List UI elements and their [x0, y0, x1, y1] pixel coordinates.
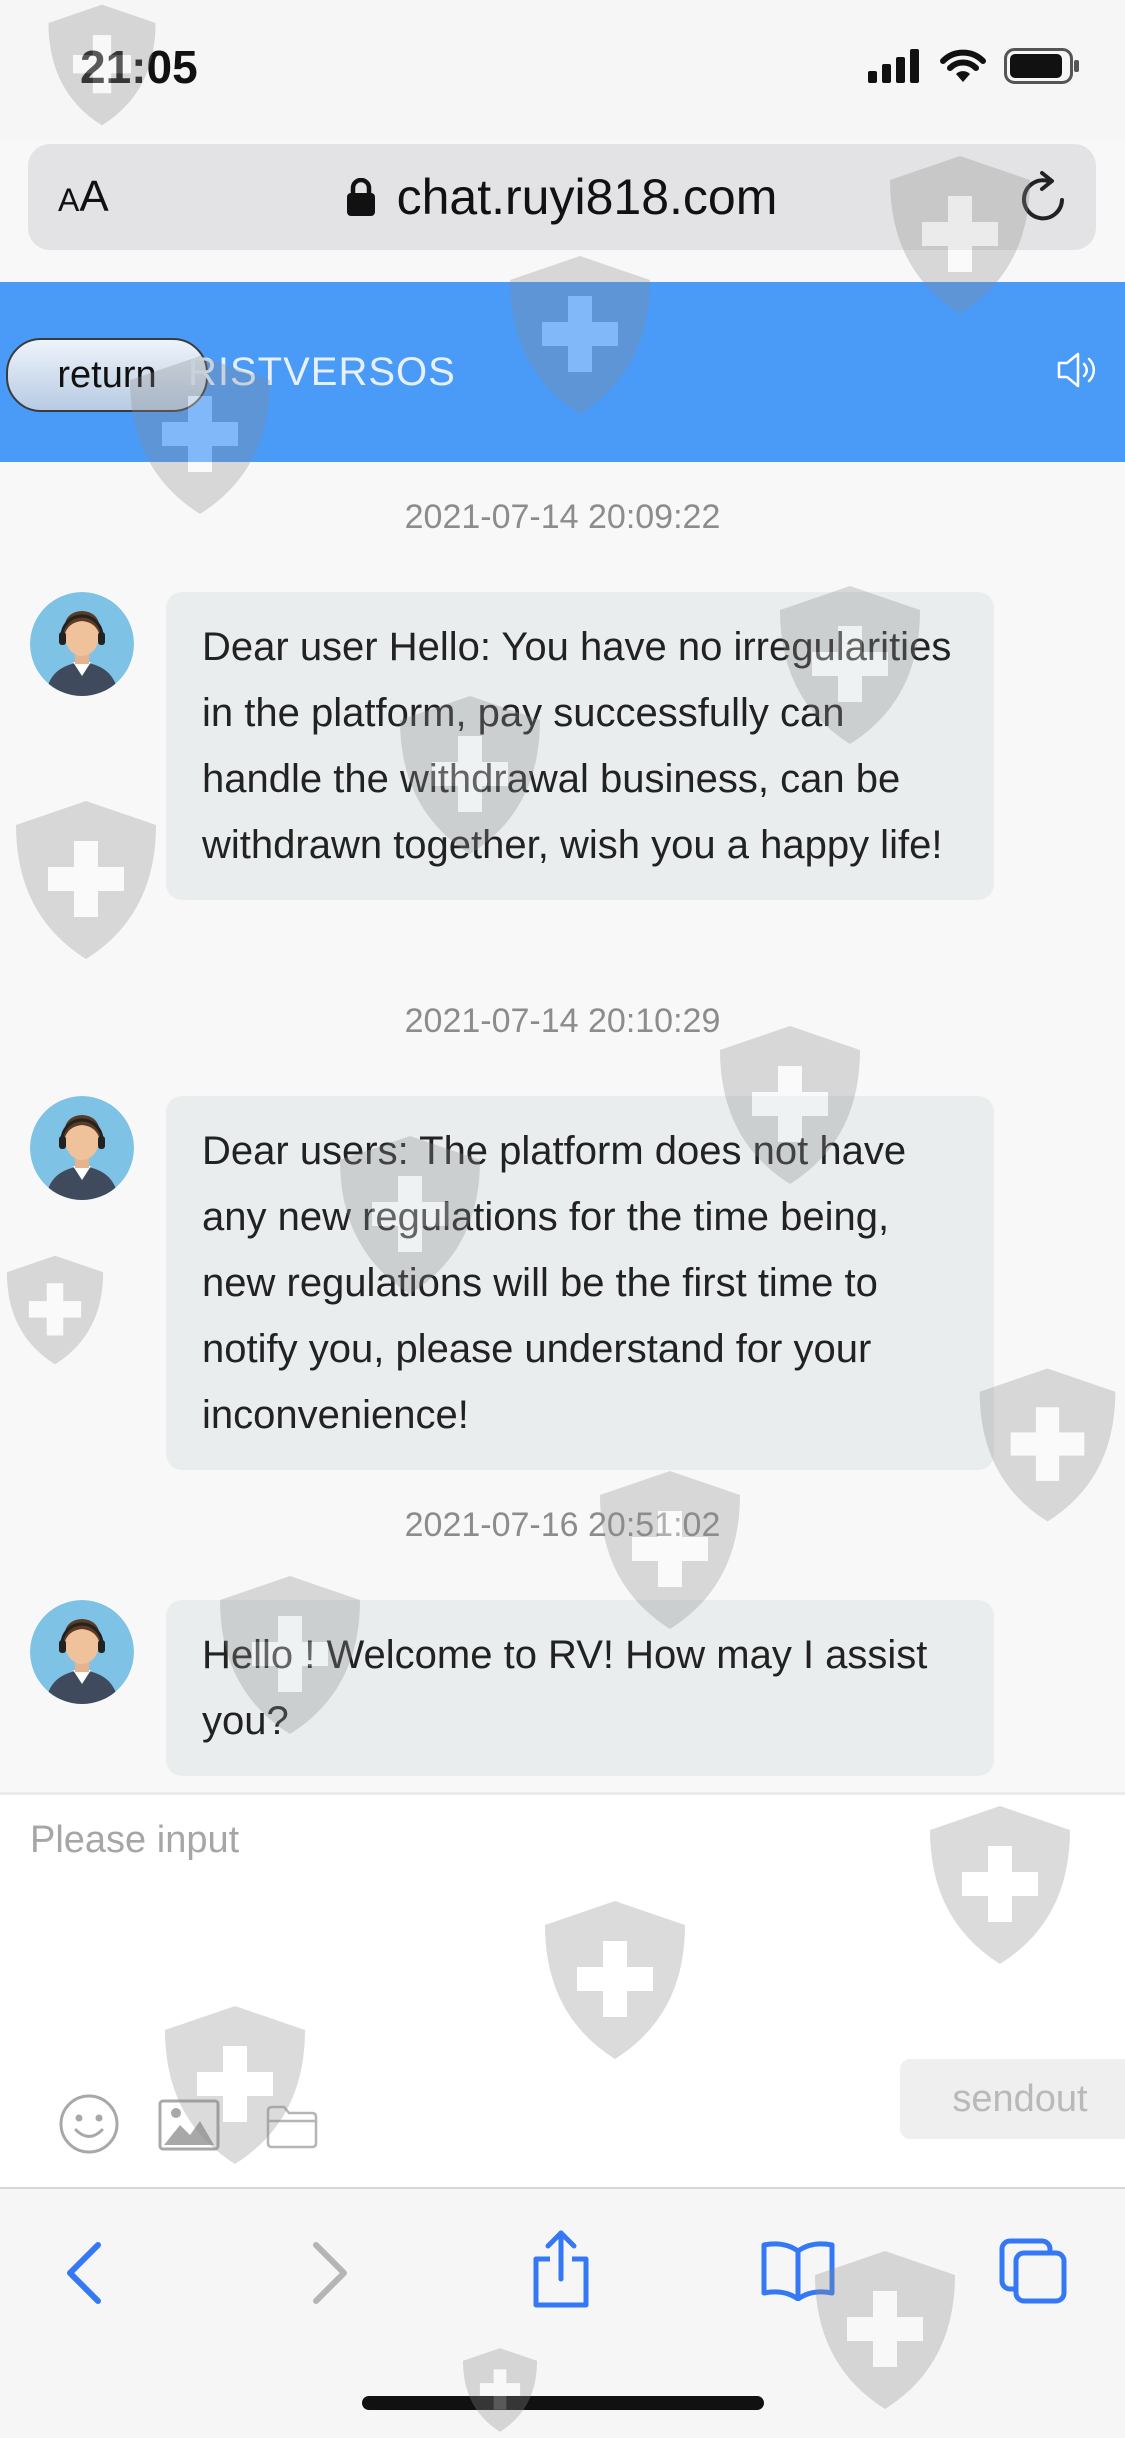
- message-input[interactable]: Please input: [30, 1819, 239, 1862]
- forward-icon: [313, 2242, 347, 2304]
- chat-header: return RISTVERSOS: [0, 282, 1125, 462]
- status-time: 21:05: [80, 41, 198, 93]
- folder-icon[interactable]: [266, 2103, 318, 2149]
- message-item: 2021-07-14 20:10:29 Dear users: The plat…: [0, 996, 1125, 1470]
- reload-icon[interactable]: [1018, 170, 1070, 224]
- agent-avatar: [30, 1600, 134, 1704]
- home-indicator: [362, 2396, 764, 2410]
- url-text: chat.ruyi818.com: [396, 169, 778, 225]
- bookmarks-icon[interactable]: [760, 2241, 836, 2301]
- url-bar[interactable]: AA chat.ruyi818.com: [28, 144, 1096, 250]
- agent-avatar: [30, 592, 134, 696]
- message-bubble: Dear user Hello: You have no irregularit…: [166, 592, 994, 900]
- message-composer: Please input sendout: [0, 1792, 1125, 2190]
- back-icon[interactable]: [62, 2241, 108, 2305]
- return-button[interactable]: return: [6, 338, 208, 412]
- wifi-icon: [940, 49, 986, 82]
- battery-icon: [1004, 48, 1079, 84]
- message-item: 2021-07-14 20:09:22 Dear user Hello: You…: [0, 492, 1125, 900]
- image-icon[interactable]: [158, 2099, 220, 2151]
- message-time: 2021-07-14 20:10:29: [404, 1002, 721, 1040]
- signal-icon: [868, 49, 919, 83]
- message-time: 2021-07-14 20:09:22: [404, 498, 721, 536]
- agent-avatar: [30, 1096, 134, 1200]
- message-time: 2021-07-16 20:51:02: [404, 1506, 721, 1544]
- chat-title: RISTVERSOS: [188, 350, 456, 394]
- message-list[interactable]: 2021-07-14 20:09:22 Dear user Hello: You…: [0, 462, 1125, 1792]
- speaker-icon[interactable]: [1055, 348, 1099, 392]
- message-bubble: Hello ! Welcome to RV! How may I assist …: [166, 1600, 994, 1776]
- emoji-icon[interactable]: [58, 2093, 120, 2155]
- send-button[interactable]: sendout: [900, 2059, 1125, 2139]
- status-icons: [868, 48, 1080, 84]
- message-item: 2021-07-16 20:51:02 Hello ! Welcome to R…: [0, 1500, 1125, 1776]
- url-display[interactable]: chat.ruyi818.com: [28, 168, 1096, 226]
- status-bar: 21:05: [0, 0, 1125, 140]
- lock-icon: [346, 177, 375, 216]
- message-bubble: Dear users: The platform does not have a…: [166, 1096, 994, 1470]
- share-icon[interactable]: [530, 2229, 592, 2309]
- tabs-icon[interactable]: [998, 2237, 1068, 2305]
